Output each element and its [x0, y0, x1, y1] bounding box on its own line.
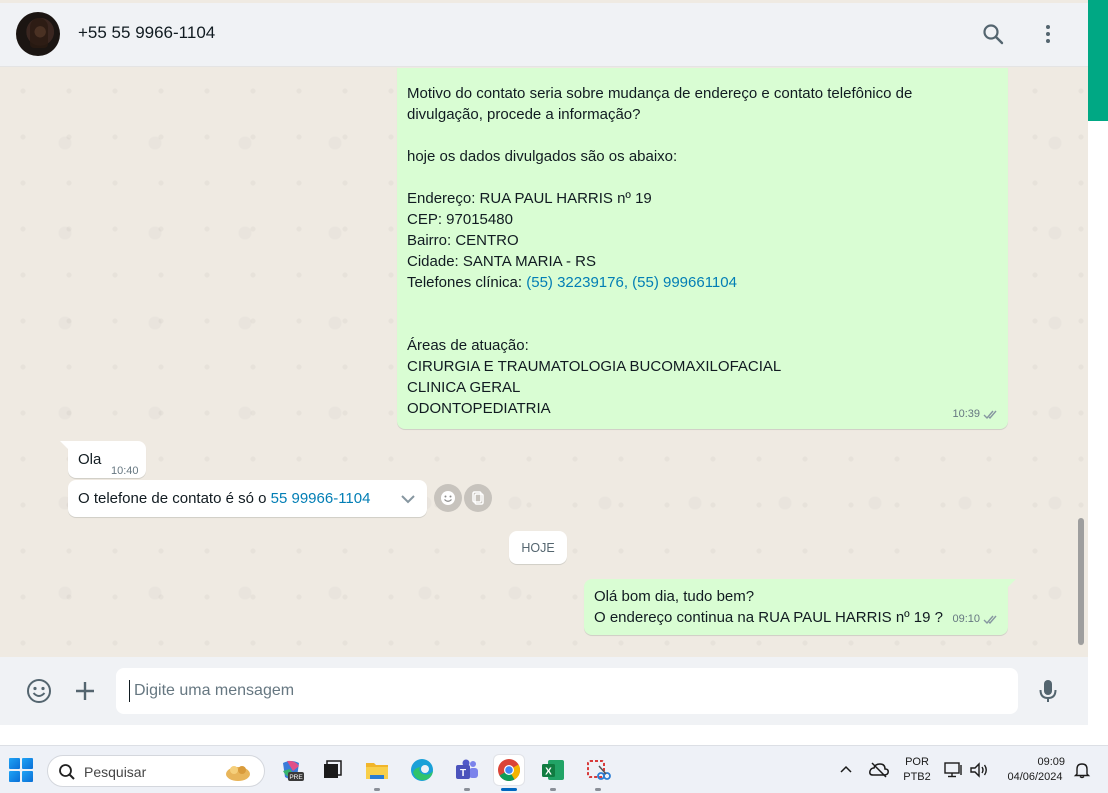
notification-bell-icon[interactable]	[1073, 761, 1091, 784]
phones-label: Telefones clínica:	[407, 274, 527, 291]
incoming-message-phone[interactable]: O telefone de contato é só o 55 99966-11…	[68, 480, 427, 517]
clock-date: 04/06/2024	[1007, 771, 1063, 783]
app-running-dot	[464, 788, 470, 791]
message-line	[407, 293, 998, 314]
message-line: divulgação, procede a informação?	[407, 106, 641, 123]
menu-kebab-icon[interactable]	[1034, 20, 1062, 48]
app-active-indicator	[501, 788, 517, 791]
timestamp-text: 10:39	[952, 408, 980, 420]
app-running-dot	[595, 788, 601, 791]
teams-icon[interactable]: T	[452, 755, 482, 785]
input-language-indicator[interactable]: POR PTB2	[899, 755, 935, 785]
message-line: Cidade: SANTA MARIA - RS	[407, 253, 596, 270]
message-line-phones: Telefones clínica: (55) 32239176, (55) 9…	[407, 272, 998, 293]
date-divider-chip: HOJE	[509, 531, 567, 564]
message-input[interactable]	[116, 668, 1018, 714]
window-right-edge	[1088, 3, 1108, 745]
message-line: Olá bom dia, tudo bem?	[594, 588, 755, 605]
svg-text:X: X	[545, 767, 552, 778]
copilot-icon[interactable]: PRE	[276, 755, 306, 785]
phones-link[interactable]: (55) 32239176, (55) 999661104	[526, 274, 737, 291]
contact-avatar[interactable]	[16, 12, 60, 56]
microphone-icon[interactable]	[1034, 677, 1062, 705]
edge-icon[interactable]	[407, 755, 437, 785]
taskbar-search-label: Pesquisar	[84, 764, 147, 780]
message-timestamp: 09:10	[952, 609, 999, 630]
file-explorer-icon[interactable]	[362, 755, 392, 785]
outgoing-message-long[interactable]: Motivo do contato seria sobre mudança de…	[397, 68, 1008, 429]
app-running-dot	[374, 788, 380, 791]
search-icon[interactable]	[979, 20, 1007, 48]
search-icon	[59, 764, 75, 780]
chrome-icon[interactable]	[494, 755, 524, 785]
message-composer	[0, 657, 1088, 725]
conversation-panel[interactable]: Motivo do contato seria sobre mudança de…	[0, 68, 1088, 657]
message-timestamp: 10:40	[111, 465, 139, 477]
message-line: Bairro: CENTRO	[407, 232, 519, 249]
language-code: POR	[905, 756, 929, 768]
message-line: CEP: 97015480	[407, 211, 513, 228]
network-monitor-icon[interactable]	[944, 761, 964, 784]
taskbar-search-box[interactable]: Pesquisar	[47, 755, 265, 787]
chat-scrollbar[interactable]	[1078, 518, 1084, 645]
text-caret	[129, 680, 130, 702]
timestamp-text: 09:10	[952, 613, 980, 625]
clock[interactable]: 09:09 04/06/2024	[1001, 755, 1069, 785]
svg-text:T: T	[460, 768, 466, 779]
phone-link[interactable]: 55 99966-1104	[271, 490, 371, 507]
emoji-icon[interactable]	[25, 677, 53, 705]
whatsapp-window: +55 55 9966-1104 Motivo do contato seria…	[0, 0, 1088, 725]
cloud-offline-icon[interactable]	[868, 761, 890, 784]
message-line: O endereço continua na RUA PAUL HARRIS n…	[594, 609, 943, 626]
message-line: Áreas de atuação:	[407, 337, 529, 354]
tray-overflow-chevron-icon[interactable]	[838, 762, 854, 783]
clock-time: 09:09	[1037, 756, 1065, 768]
outgoing-message-hello[interactable]: Olá bom dia, tudo bem? O endereço contin…	[584, 579, 1016, 635]
message-line: CLINICA GERAL	[407, 379, 521, 396]
message-line: CIRURGIA E TRAUMATOLOGIA BUCOMAXILOFACIA…	[407, 358, 782, 375]
task-view-icon[interactable]	[317, 755, 347, 785]
copilot-badge: PRE	[289, 774, 303, 781]
message-line	[407, 314, 998, 335]
message-actions	[434, 484, 492, 512]
snipping-tool-icon[interactable]	[583, 755, 613, 785]
app-running-dot	[550, 788, 556, 791]
double-check-icon	[983, 410, 997, 420]
message-line	[407, 167, 998, 188]
search-highlight-doodle-icon	[226, 766, 250, 781]
windows-start-icon[interactable]	[9, 758, 33, 782]
copy-icon[interactable]	[464, 484, 492, 512]
message-text: O telefone de contato é só o	[78, 490, 271, 507]
chat-header: +55 55 9966-1104	[0, 3, 1088, 67]
message-line: hoje os dados divulgados são os abaixo:	[407, 148, 678, 165]
message-line: Endereço: RUA PAUL HARRIS nº 19	[407, 190, 652, 207]
message-line: Motivo do contato seria sobre mudança de…	[407, 85, 913, 102]
volume-icon[interactable]	[969, 761, 989, 784]
keyboard-layout: PTB2	[903, 771, 931, 783]
chevron-down-icon[interactable]	[398, 489, 418, 509]
react-emoji-icon[interactable]	[434, 484, 462, 512]
windows-taskbar: Pesquisar PRE T X POR PTB2 09:09 04/06/2…	[0, 745, 1108, 793]
double-check-icon	[983, 615, 997, 625]
message-timestamp: 10:39	[952, 404, 999, 425]
message-line: ODONTOPEDIATRIA	[407, 400, 551, 417]
excel-icon[interactable]: X	[538, 755, 568, 785]
message-line	[407, 125, 998, 146]
contact-name[interactable]: +55 55 9966-1104	[78, 23, 215, 43]
incoming-message-ola[interactable]: Ola 10:40	[60, 441, 146, 478]
message-text: Ola	[78, 451, 102, 468]
plus-attach-icon[interactable]	[71, 677, 99, 705]
